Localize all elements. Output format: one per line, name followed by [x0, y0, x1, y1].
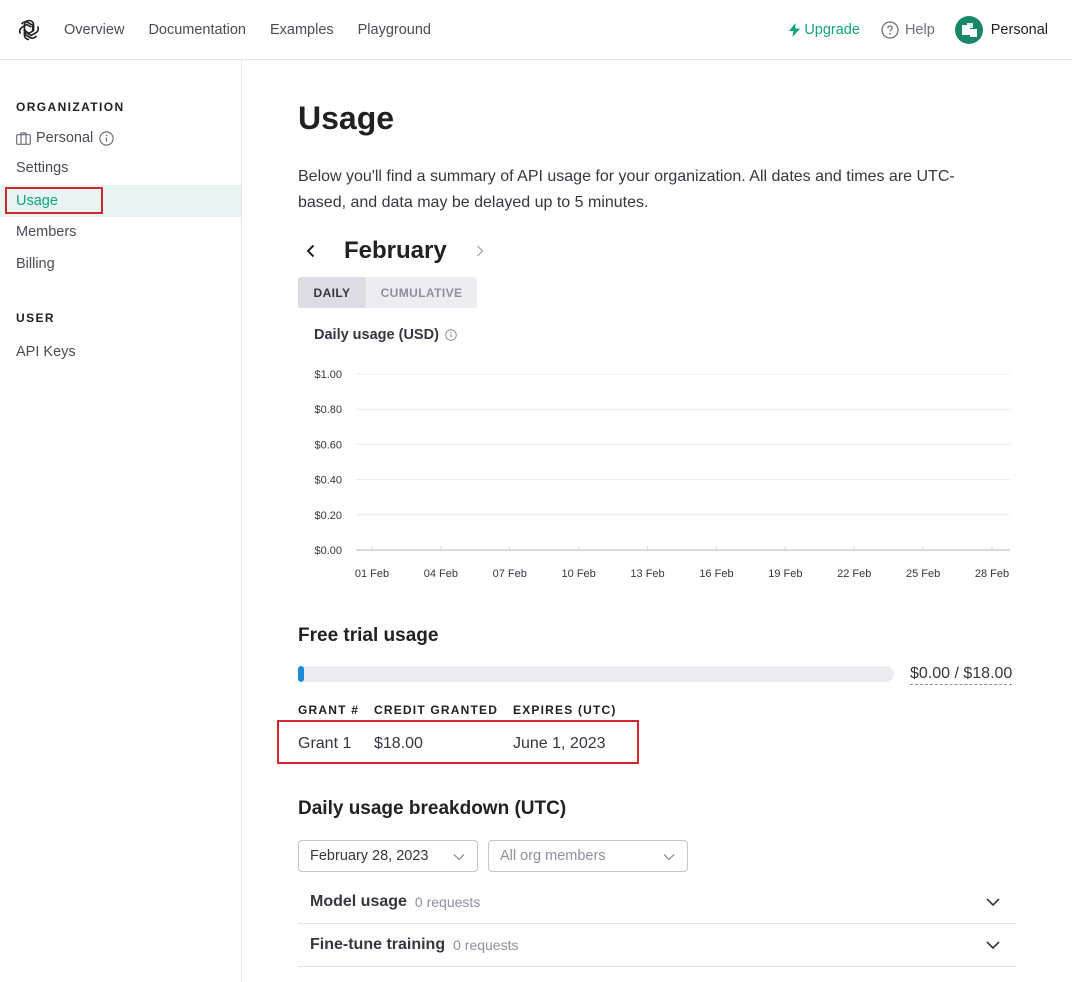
info-icon[interactable] — [445, 329, 457, 341]
x-tick-label: 07 Feb — [493, 568, 527, 580]
chevron-down-icon — [663, 854, 675, 861]
intro-text: Below you'll find a summary of API usage… — [298, 168, 955, 211]
info-icon[interactable] — [99, 130, 114, 146]
main-nav: Overview Documentation Examples Playgrou… — [64, 0, 431, 60]
chart-title-label: Daily usage (USD) — [314, 327, 439, 343]
progress-fill — [298, 666, 304, 682]
y-tick-label: $0.40 — [314, 475, 342, 487]
upgrade-label: Upgrade — [804, 22, 860, 38]
x-tick-label: 01 Feb — [355, 568, 389, 580]
avatar — [954, 16, 983, 44]
openai-logo-icon[interactable] — [16, 17, 42, 43]
sidebar-item-api-keys[interactable]: API Keys — [0, 336, 241, 368]
y-tick-label: $0.00 — [314, 545, 342, 557]
x-tick-label: 13 Feb — [630, 568, 664, 580]
chevron-down-icon — [986, 941, 1000, 950]
expires-header: EXPIRES (UTC) — [513, 703, 617, 717]
credit-granted-header: CREDIT GRANTED — [374, 703, 499, 717]
grant-highlight-box — [277, 720, 639, 764]
x-tick-label: 28 Feb — [975, 568, 1009, 580]
x-tick-label: 25 Feb — [906, 568, 940, 580]
free-trial-heading: Free trial usage — [298, 625, 439, 646]
breakdown-heading: Daily usage breakdown (UTC) — [298, 798, 567, 819]
upgrade-button[interactable]: Upgrade — [789, 22, 860, 38]
model-usage-title: Model usage — [310, 893, 407, 910]
free-trial-progress-bar — [298, 666, 894, 682]
sidebar-item-members[interactable]: Members — [0, 216, 241, 248]
daily-cumulative-toggle: DAILY CUMULATIVE — [298, 277, 477, 308]
nav-overview[interactable]: Overview — [64, 22, 124, 38]
sidebar-item-settings[interactable]: Settings — [0, 152, 241, 184]
month-label: February — [344, 237, 447, 264]
x-tick-label: 10 Feb — [562, 568, 596, 580]
help-label: Help — [904, 22, 935, 38]
y-tick-label: $1.00 — [314, 369, 342, 381]
fine-tune-training-section[interactable]: Fine-tune training 0 requests — [298, 924, 1016, 967]
chevron-down-icon — [986, 898, 1000, 907]
model-usage-section[interactable]: Model usage 0 requests — [298, 881, 1016, 924]
date-select[interactable]: February 28, 2023 — [298, 840, 478, 872]
fine-tune-training-title: Fine-tune training — [310, 936, 446, 953]
grant-number-header: GRANT # — [298, 703, 360, 717]
x-tick-label: 04 Feb — [424, 568, 458, 580]
x-tick-label: 16 Feb — [699, 568, 733, 580]
nav-playground[interactable]: Playground — [358, 22, 431, 38]
sidebar-item-billing[interactable]: Billing — [0, 248, 241, 280]
sidebar: ORGANIZATION Personal Settings Usage Mem… — [0, 60, 242, 982]
daily-usage-chart: $0.00 $0.20 $0.40 $0.60 $0.80 $1.00 01 Feb 04 F… — [314, 369, 1010, 580]
chevron-right-icon[interactable] — [473, 244, 487, 258]
org-name-label: Personal — [36, 130, 94, 146]
member-select-value: All org members — [500, 848, 606, 864]
month-navigator: February — [298, 235, 498, 267]
help-button[interactable]: Help — [881, 21, 935, 39]
nav-documentation[interactable]: Documentation — [148, 22, 246, 38]
org-selector[interactable]: Personal — [0, 122, 241, 154]
account-menu[interactable]: Personal — [954, 16, 1048, 44]
nav-examples[interactable]: Examples — [270, 22, 334, 38]
chevron-down-icon — [453, 854, 465, 861]
account-name: Personal — [990, 22, 1048, 38]
x-tick-label: 19 Feb — [768, 568, 802, 580]
usage-highlight-box — [5, 187, 103, 214]
daily-tab[interactable]: DAILY — [298, 277, 366, 308]
lightning-icon — [789, 23, 801, 37]
date-select-value: February 28, 2023 — [310, 848, 429, 864]
y-tick-label: $0.60 — [314, 439, 342, 451]
member-select[interactable]: All org members — [488, 840, 688, 872]
help-circle-icon — [881, 21, 899, 39]
chevron-left-icon[interactable] — [303, 243, 319, 259]
y-tick-label: $0.80 — [314, 404, 342, 416]
user-heading: USER — [16, 311, 55, 325]
free-trial-amount[interactable]: $0.00 / $18.00 — [910, 664, 1013, 685]
y-tick-label: $0.20 — [314, 510, 342, 522]
chart-title: Daily usage (USD) — [314, 327, 457, 343]
briefcase-icon — [16, 131, 31, 145]
cumulative-tab[interactable]: CUMULATIVE — [366, 277, 477, 308]
model-usage-count: 0 requests — [414, 894, 481, 910]
page-title: Usage — [298, 100, 395, 136]
right-nav: Upgrade Help Personal — [789, 0, 1048, 60]
fine-tune-training-count: 0 requests — [453, 937, 519, 953]
top-nav-bar: Overview Documentation Examples Playgrou… — [0, 0, 1072, 60]
organization-heading: ORGANIZATION — [16, 100, 125, 114]
x-tick-label: 22 Feb — [837, 568, 871, 580]
